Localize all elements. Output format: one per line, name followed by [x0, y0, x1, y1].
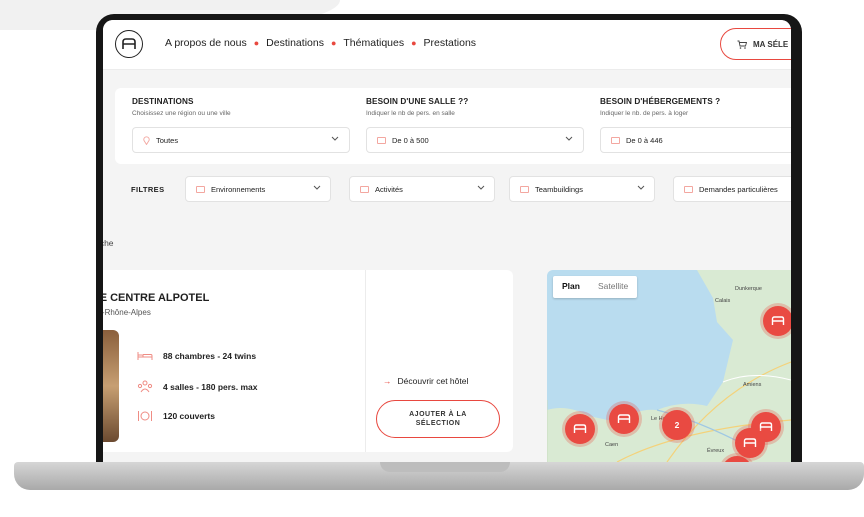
cart-icon — [737, 40, 747, 49]
hotel-feature-covers: 120 couverts — [137, 410, 215, 422]
destinations-title: DESTINATIONS — [132, 97, 194, 106]
map-hotel-marker[interactable] — [763, 306, 791, 336]
map-place-label: Dunkerque — [735, 286, 762, 292]
activity-icon — [360, 185, 369, 193]
my-selection-button[interactable]: MA SÉLE — [720, 28, 791, 60]
armchair-icon — [771, 316, 785, 325]
map-tab-satellite[interactable]: Satellite — [589, 276, 637, 298]
special-request-icon — [684, 185, 693, 193]
map-place-label: Caen — [605, 442, 619, 448]
hotel-photo[interactable] — [103, 330, 119, 442]
filter-environments[interactable]: Environnements — [185, 176, 331, 202]
filters-bar: FILTRES Environnements Activités Teambui… — [103, 176, 791, 204]
lodging-title: BESOIN D'HÉBERGEMENTS ? — [600, 97, 721, 106]
map-tab-plan[interactable]: Plan — [553, 276, 589, 298]
filter-environments-label: Environnements — [211, 184, 266, 194]
discover-hotel-link[interactable]: → Découvrir cet hôtel — [383, 376, 468, 386]
top-navigation: A propos de nous ● Destinations ● Thémat… — [103, 20, 791, 70]
bed-icon — [137, 352, 153, 360]
filter-teambuildings-label: Teambuildings — [535, 184, 583, 194]
hotel-region: ne-Rhône-Alpes — [103, 308, 151, 317]
nav-item-about[interactable]: A propos de nous — [165, 37, 247, 49]
hotel-feature-rooms-text: 88 chambres - 24 twins — [163, 350, 257, 361]
chevron-down-icon — [313, 185, 321, 190]
lodging-value: De 0 à 446 — [626, 135, 663, 145]
armchair-icon — [743, 438, 757, 447]
chevron-down-icon — [331, 136, 339, 141]
map-panel[interactable]: Plan Satellite Dunkerque Calais Amiens L… — [547, 270, 791, 462]
map-hotel-marker[interactable] — [735, 428, 765, 458]
room-hint: Indiquer le nb de pers. en salle — [366, 110, 455, 117]
hotel-feature-covers-text: 120 couverts — [163, 411, 215, 421]
breadcrumb[interactable]: rche — [103, 238, 114, 248]
map-hotel-marker[interactable] — [565, 414, 595, 444]
hotel-feature-meeting-rooms-text: 4 salles - 180 pers. max — [163, 381, 258, 392]
armchair-icon — [759, 422, 773, 431]
room-title: BESOIN D'UNE SALLE ?? — [366, 97, 469, 106]
map-type-tabs: Plan Satellite — [553, 276, 638, 298]
bed-icon — [611, 136, 620, 144]
logo-icon[interactable] — [115, 30, 143, 58]
nav-separator-dot-icon: ● — [330, 38, 337, 48]
lodging-hint: Indiquer le nb. de pers. à loger — [600, 110, 689, 117]
map-place-label: Évreux — [707, 448, 725, 454]
hotel-card-divider — [365, 270, 366, 452]
arrow-right-icon: → — [383, 376, 392, 386]
chevron-down-icon — [565, 136, 573, 141]
nav-item-destinations[interactable]: Destinations — [266, 37, 324, 49]
filter-activities-label: Activités — [375, 184, 403, 194]
filter-activities[interactable]: Activités — [349, 176, 495, 202]
main-nav: A propos de nous ● Destinations ● Thémat… — [165, 37, 476, 49]
discover-hotel-label: Découvrir cet hôtel — [397, 376, 469, 386]
filter-special-requests-label: Demandes particulières — [699, 184, 778, 194]
destinations-hint: Choisissez une région ou une ville — [132, 110, 231, 117]
hotel-name[interactable]: LE CENTRE ALPOTEL — [103, 292, 209, 304]
map-place-label: Amiens — [743, 382, 762, 388]
stage: A propos de nous ● Destinations ● Thémat… — [0, 0, 864, 517]
my-selection-label: MA SÉLE — [753, 39, 789, 49]
hotel-feature-rooms: 88 chambres - 24 twins — [137, 350, 256, 361]
map-cluster-marker[interactable]: 2 — [662, 410, 692, 440]
hotel-card[interactable]: LE CENTRE ALPOTEL ne-Rhône-Alpes 88 cham… — [103, 270, 513, 452]
add-to-selection-button[interactable]: AJOUTER À LA SÉLECTION — [376, 400, 500, 438]
destinations-select[interactable]: Toutes — [132, 127, 350, 153]
location-pin-icon — [143, 135, 150, 145]
destinations-value: Toutes — [156, 135, 179, 145]
nav-item-services[interactable]: Prestations — [424, 37, 477, 49]
filters-label: FILTRES — [131, 185, 165, 194]
destinations-field: DESTINATIONS Choisissez une région ou un… — [132, 97, 231, 117]
map-place-label: Calais — [715, 298, 731, 304]
hotel-feature-meeting-rooms: 4 salles - 180 pers. max — [137, 380, 258, 393]
room-field: BESOIN D'UNE SALLE ?? Indiquer le nb de … — [366, 97, 468, 117]
room-value: De 0 à 500 — [392, 135, 429, 145]
nav-item-themes[interactable]: Thématiques — [343, 37, 404, 49]
room-select[interactable]: De 0 à 500 — [366, 127, 584, 153]
lodging-select[interactable]: De 0 à 446 — [600, 127, 791, 153]
laptop-screen: A propos de nous ● Destinations ● Thémat… — [103, 20, 791, 462]
search-panel: DESTINATIONS Choisissez une région ou un… — [115, 88, 791, 164]
room-icon — [377, 136, 386, 144]
lodging-field: BESOIN D'HÉBERGEMENTS ? Indiquer le nb. … — [600, 97, 720, 117]
people-icon — [137, 380, 153, 393]
nav-separator-dot-icon: ● — [411, 38, 417, 48]
filter-teambuildings[interactable]: Teambuildings — [509, 176, 655, 202]
armchair-icon — [573, 424, 587, 433]
chevron-down-icon — [477, 185, 485, 190]
plate-cutlery-icon — [138, 411, 152, 421]
laptop-hinge — [380, 462, 510, 472]
nav-separator-dot-icon: ● — [253, 38, 260, 48]
environment-icon — [196, 185, 205, 193]
chevron-down-icon — [637, 185, 645, 190]
filter-special-requests[interactable]: Demandes particulières — [673, 176, 791, 202]
teambuilding-icon — [520, 185, 529, 193]
armchair-icon — [617, 414, 631, 423]
map-hotel-marker[interactable] — [609, 404, 639, 434]
